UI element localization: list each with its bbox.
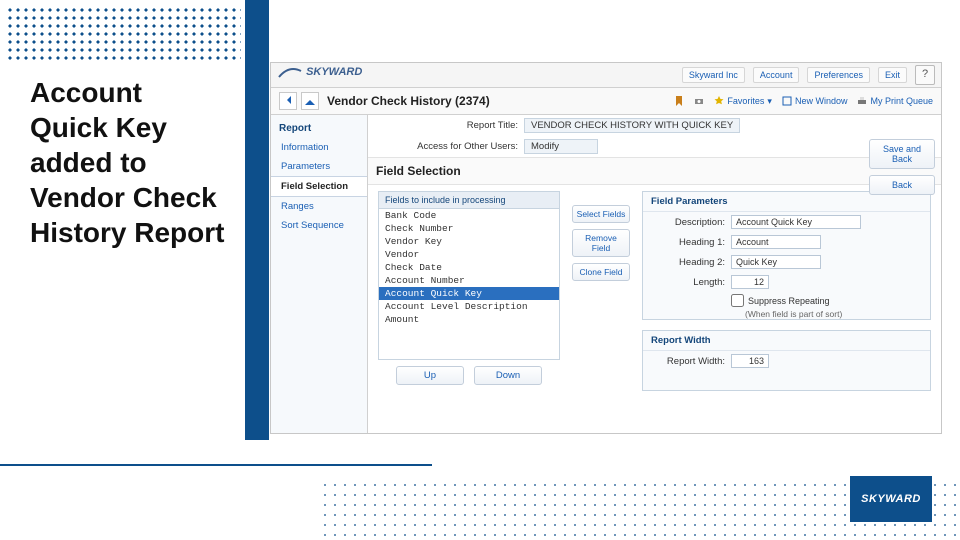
row-report-title: Report Title: VENDOR CHECK HISTORY WITH … <box>368 115 941 136</box>
field-item[interactable]: Check Number <box>379 222 559 235</box>
h2-label: Heading 2: <box>651 257 725 268</box>
title-tools: Favorites▾ New Window My Print Queue <box>674 96 933 107</box>
sidebar: Report Information Parameters Field Sele… <box>271 115 368 433</box>
tool-print-queue[interactable]: My Print Queue <box>857 96 933 106</box>
field-item[interactable]: Vendor <box>379 248 559 261</box>
suppress-label: Suppress Repeating <box>748 296 830 306</box>
decor-dots-top <box>6 6 241 62</box>
h1-label: Heading 1: <box>651 237 725 248</box>
desc-value[interactable]: Account Quick Key <box>731 215 861 229</box>
report-width-header: Report Width <box>643 331 930 351</box>
field-action-buttons: Select Fields Remove Field Clone Field <box>572 205 630 391</box>
sidebar-item-ranges[interactable]: Ranges <box>271 197 367 216</box>
topbar-link-exit[interactable]: Exit <box>878 67 907 83</box>
content-area: Report Information Parameters Field Sele… <box>271 115 941 433</box>
row-access: Access for Other Users: Modify <box>368 136 941 157</box>
back-button[interactable]: Back <box>869 175 935 195</box>
decor-blue-bar <box>245 0 269 440</box>
topbar-link-preferences[interactable]: Preferences <box>807 67 870 83</box>
access-label: Access for Other Users: <box>378 141 518 152</box>
footer-brand-badge: SKYWARD <box>850 476 932 522</box>
top-bar: Skyward Inc Account Preferences Exit ? <box>271 63 941 88</box>
report-width-panel: Report Width Report Width: 163 <box>642 330 931 391</box>
h2-value[interactable]: Quick Key <box>731 255 821 269</box>
tool-new-window-label: New Window <box>795 96 848 106</box>
down-button[interactable]: Down <box>474 366 542 385</box>
slide: { "headline": "Account Quick Key added t… <box>0 0 960 540</box>
field-item[interactable]: Account Level Description <box>379 300 559 313</box>
topbar-link-company[interactable]: Skyward Inc <box>682 67 745 83</box>
suppress-note: (When field is part of sort) <box>643 309 930 319</box>
fields-listbox: Fields to include in processing Bank Cod… <box>378 191 560 360</box>
field-item[interactable]: Vendor Key <box>379 235 559 248</box>
sidebar-header: Report <box>271 119 367 138</box>
report-width-value: 163 <box>731 354 769 368</box>
fields-list[interactable]: Bank Code Check Number Vendor Key Vendor… <box>379 209 559 359</box>
page-title: Vendor Check History (2374) <box>327 94 490 108</box>
back-icon[interactable] <box>279 92 297 110</box>
suppress-checkbox-row: Suppress Repeating <box>643 292 930 309</box>
sidebar-item-parameters[interactable]: Parameters <box>271 157 367 176</box>
field-parameters-header: Field Parameters <box>643 192 930 212</box>
tool-print-queue-label: My Print Queue <box>870 96 933 106</box>
title-bar: Vendor Check History (2374) Favorites▾ N… <box>271 88 941 115</box>
access-value: Modify <box>524 139 598 154</box>
tool-bookmark[interactable] <box>674 96 684 106</box>
tool-camera[interactable] <box>694 96 704 106</box>
decor-footer-line <box>0 464 960 466</box>
field-parameters-panel: Field Parameters Description: Account Qui… <box>642 191 931 320</box>
fields-area: Fields to include in processing Bank Cod… <box>368 185 941 401</box>
brand-text: SKYWARD <box>306 66 362 78</box>
app-window: SKYWARD Skyward Inc Account Preferences … <box>270 62 942 434</box>
field-item[interactable]: Amount <box>379 313 559 326</box>
reorder-buttons: Up Down <box>378 360 560 391</box>
right-action-buttons: Save and Back Back <box>869 139 935 195</box>
slide-headline: Account Quick Key added to Vendor Check … <box>30 75 225 250</box>
tool-new-window[interactable]: New Window <box>782 96 848 106</box>
sidebar-item-sort-sequence[interactable]: Sort Sequence <box>271 216 367 235</box>
len-label: Length: <box>651 277 725 288</box>
field-item[interactable]: Account Number <box>379 274 559 287</box>
main-panel: Report Title: VENDOR CHECK HISTORY WITH … <box>368 115 941 433</box>
fields-list-header: Fields to include in processing <box>379 192 559 209</box>
clone-field-button[interactable]: Clone Field <box>572 263 630 281</box>
sidebar-item-field-selection[interactable]: Field Selection <box>271 176 367 197</box>
up-button[interactable]: Up <box>396 366 464 385</box>
home-icon[interactable] <box>301 92 319 110</box>
field-item[interactable]: Bank Code <box>379 209 559 222</box>
tool-favorites-label: Favorites <box>727 96 764 106</box>
report-title-value: VENDOR CHECK HISTORY WITH QUICK KEY <box>524 118 740 133</box>
desc-label: Description: <box>651 217 725 228</box>
report-title-label: Report Title: <box>378 120 518 131</box>
footer-brand-text: SKYWARD <box>861 493 921 505</box>
h1-value[interactable]: Account <box>731 235 821 249</box>
sidebar-item-information[interactable]: Information <box>271 138 367 157</box>
save-and-back-button[interactable]: Save and Back <box>869 139 935 169</box>
remove-field-button[interactable]: Remove Field <box>572 229 630 257</box>
topbar-link-account[interactable]: Account <box>753 67 800 83</box>
report-width-label: Report Width: <box>651 356 725 367</box>
brand-logo: SKYWARD <box>277 65 362 79</box>
help-button[interactable]: ? <box>915 65 935 85</box>
field-item-selected[interactable]: Account Quick Key <box>379 287 559 300</box>
len-value[interactable]: 12 <box>731 275 769 289</box>
select-fields-button[interactable]: Select Fields <box>572 205 630 223</box>
tool-favorites[interactable]: Favorites▾ <box>714 96 772 107</box>
suppress-checkbox[interactable] <box>731 294 744 307</box>
section-title: Field Selection <box>368 157 941 185</box>
field-item[interactable]: Check Date <box>379 261 559 274</box>
